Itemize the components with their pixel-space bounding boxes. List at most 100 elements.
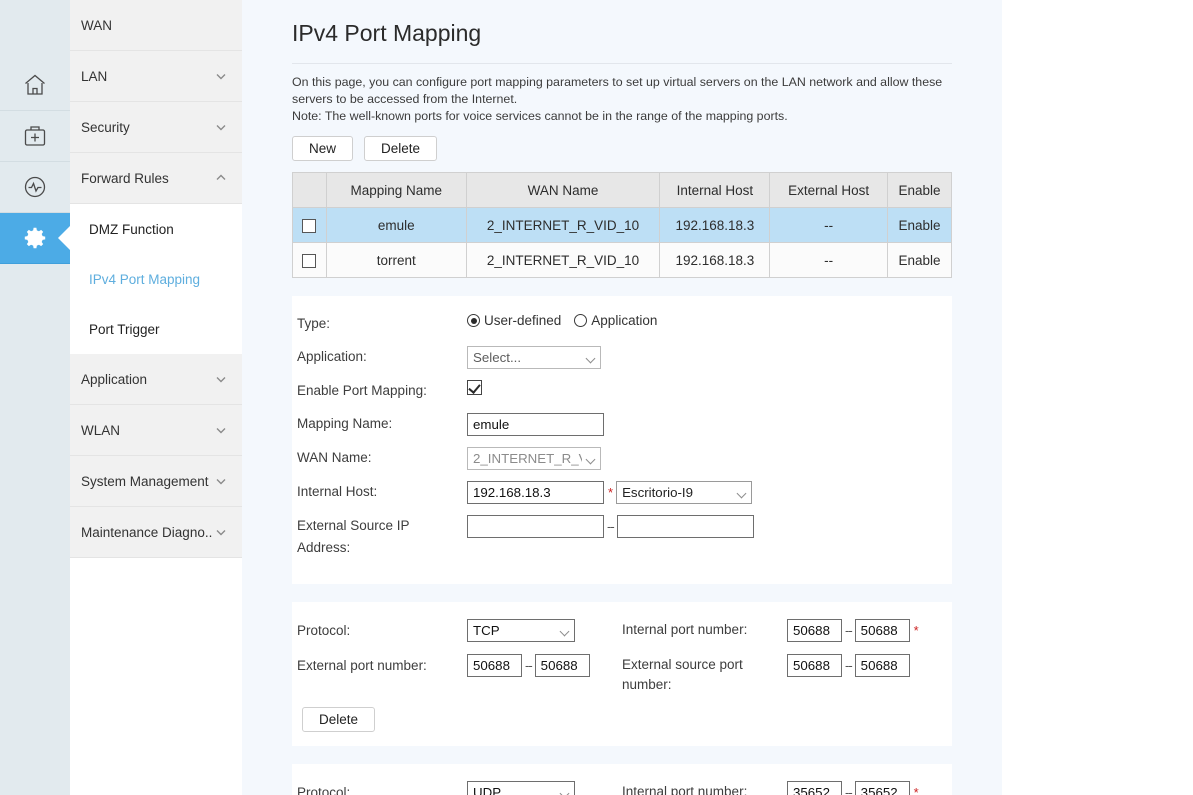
external-source-ip-end-input[interactable] xyxy=(616,515,754,538)
activity-monitor-icon xyxy=(22,174,48,200)
sidebar-menu: WAN LAN Security Forward Rules DMZ Funct… xyxy=(70,0,242,795)
protocol-select[interactable]: TCP xyxy=(467,619,575,642)
column-header-mapping-name: Mapping Name xyxy=(325,172,467,208)
first-aid-kit-icon xyxy=(22,123,48,149)
external-source-port-value: -- xyxy=(787,654,910,677)
internal-port-label: Internal port number: xyxy=(622,622,748,637)
table-body: emule 2_INTERNET_R_VID_10 192.168.18.3 -… xyxy=(292,207,952,278)
rail-item-diagnostics[interactable] xyxy=(0,111,70,162)
sidebar-item-label: LAN xyxy=(81,68,108,84)
field-type: Type: User-defined Application xyxy=(292,313,952,335)
radio-application[interactable] xyxy=(574,314,588,327)
internal-host-device-select[interactable]: Escritorio-I9 xyxy=(616,481,753,504)
mapping-name-input[interactable] xyxy=(467,413,604,436)
internal-port-label: Internal port number: xyxy=(622,784,748,795)
row-select-cell[interactable] xyxy=(292,242,327,278)
sidebar-item-application[interactable]: Application xyxy=(70,354,242,405)
chevron-down-icon xyxy=(214,120,228,134)
external-port-label: External port number: xyxy=(297,658,427,673)
chevron-down-icon xyxy=(214,372,228,386)
sidebar-filler xyxy=(70,558,242,795)
table-row[interactable]: torrent 2_INTERNET_R_VID_10 192.168.18.3… xyxy=(292,242,952,278)
cell-wan-name: 2_INTERNET_R_VID_10 xyxy=(465,207,661,243)
chevron-down-icon xyxy=(214,525,228,539)
external-source-port-end-input[interactable] xyxy=(854,654,910,677)
enable-port-mapping-value xyxy=(467,380,482,395)
protocol-select[interactable]: UDP xyxy=(467,781,575,795)
enable-port-mapping-label: Enable Port Mapping: xyxy=(297,383,427,398)
sidebar-item-label: Maintenance Diagno.. xyxy=(81,524,213,540)
external-source-port-start-input[interactable] xyxy=(787,654,842,677)
mapping-form-panel: Type: User-defined Application Applicati… xyxy=(292,296,952,584)
protocol-row-1: Protocol: TCP Internal port number: -- xyxy=(297,619,952,642)
application-value: Select... xyxy=(467,346,601,369)
internal-host-label: Internal Host: xyxy=(297,484,378,499)
internal-host-input[interactable] xyxy=(467,481,604,504)
radio-user-defined[interactable] xyxy=(467,314,480,327)
sidebar-item-wlan[interactable]: WLAN xyxy=(70,405,242,456)
sidebar-item-security[interactable]: Security xyxy=(70,102,242,153)
sidebar-item-port-trigger[interactable]: Port Trigger xyxy=(70,304,242,354)
external-port-start-input[interactable] xyxy=(467,654,522,677)
radio-application-label: Application xyxy=(591,313,658,328)
mapping-name-value xyxy=(467,413,604,436)
chevron-down-icon xyxy=(214,423,228,437)
column-header-internal-host: Internal Host xyxy=(659,172,771,208)
sidebar-item-system-management[interactable]: System Management xyxy=(70,456,242,507)
protocol-label: Protocol: xyxy=(297,785,351,795)
application-select[interactable]: Select... xyxy=(467,346,601,369)
page-description-line-3: Note: The well-known ports for voice ser… xyxy=(292,109,788,123)
type-radio-group: User-defined Application xyxy=(467,313,670,328)
internal-port-end-input[interactable] xyxy=(854,619,910,642)
internal-port-start-input[interactable] xyxy=(787,619,842,642)
enable-port-mapping-checkbox[interactable] xyxy=(467,380,482,395)
sidebar-item-dmz-function[interactable]: DMZ Function xyxy=(70,204,242,254)
row-select-cell[interactable] xyxy=(292,207,327,243)
wan-name-select-wrapper: 2_INTERNET_R_VI xyxy=(467,447,601,470)
table-toolbar: New Delete xyxy=(242,125,1002,161)
protocol-delete-row: Delete xyxy=(297,707,952,732)
icon-rail xyxy=(0,0,70,795)
column-header-enable: Enable xyxy=(887,172,952,208)
type-label: Type: xyxy=(297,316,331,331)
sidebar-item-wan[interactable]: WAN xyxy=(70,0,242,51)
sidebar-item-label: WAN xyxy=(81,17,112,33)
protocol-delete-button[interactable]: Delete xyxy=(302,707,376,732)
column-header-select xyxy=(292,172,327,208)
external-source-ip-start-input[interactable] xyxy=(467,515,604,538)
table-row[interactable]: emule 2_INTERNET_R_VID_10 192.168.18.3 -… xyxy=(292,207,952,243)
application-select-wrapper: Select... xyxy=(467,346,601,369)
field-external-source-ip: External Source IP Address: -- xyxy=(292,515,952,559)
protocol-panel-udp: Protocol: UDP Internal port number: -- xyxy=(292,764,952,795)
protocol-select-wrapper: TCP xyxy=(467,619,575,642)
delete-button[interactable]: Delete xyxy=(364,136,438,161)
external-port-end-input[interactable] xyxy=(534,654,590,677)
rail-item-home[interactable] xyxy=(0,60,70,111)
wan-name-select[interactable]: 2_INTERNET_R_VI xyxy=(467,447,601,470)
external-source-ip-label-line-2: Address: xyxy=(297,540,351,555)
required-asterisk: * xyxy=(913,785,919,795)
internal-port-start-input[interactable] xyxy=(787,781,842,795)
sidebar-item-maintenance-diagnosis[interactable]: Maintenance Diagno.. xyxy=(70,507,242,558)
column-header-wan-name: WAN Name xyxy=(465,172,661,208)
external-source-port-label: External source port number: xyxy=(622,654,787,695)
field-wan-name: WAN Name: 2_INTERNET_R_VI xyxy=(292,447,952,470)
sidebar-item-forward-rules[interactable]: Forward Rules xyxy=(70,153,242,204)
range-separator: -- xyxy=(845,658,853,673)
required-asterisk: * xyxy=(913,623,919,638)
row-checkbox[interactable] xyxy=(302,218,317,233)
internal-port-end-input[interactable] xyxy=(854,781,910,795)
page-title: IPv4 Port Mapping xyxy=(292,0,952,64)
sidebar-item-lan[interactable]: LAN xyxy=(70,51,242,102)
sidebar-item-ipv4-port-mapping[interactable]: IPv4 Port Mapping xyxy=(70,254,242,304)
mapping-table-wrapper: Mapping Name WAN Name Internal Host Exte… xyxy=(242,161,1002,278)
sidebar-subitem-label: DMZ Function xyxy=(89,221,174,237)
rail-item-forward-rules[interactable] xyxy=(0,213,70,264)
row-checkbox[interactable] xyxy=(302,253,317,268)
protocol-grid: Protocol: TCP Internal port number: -- xyxy=(292,619,952,732)
external-source-ip-label-line-1: External Source IP xyxy=(297,518,410,533)
page-description: On this page, you can configure port map… xyxy=(292,64,952,125)
new-button[interactable]: New xyxy=(292,136,354,161)
rail-item-monitor[interactable] xyxy=(0,162,70,213)
range-separator: -- xyxy=(525,658,533,673)
